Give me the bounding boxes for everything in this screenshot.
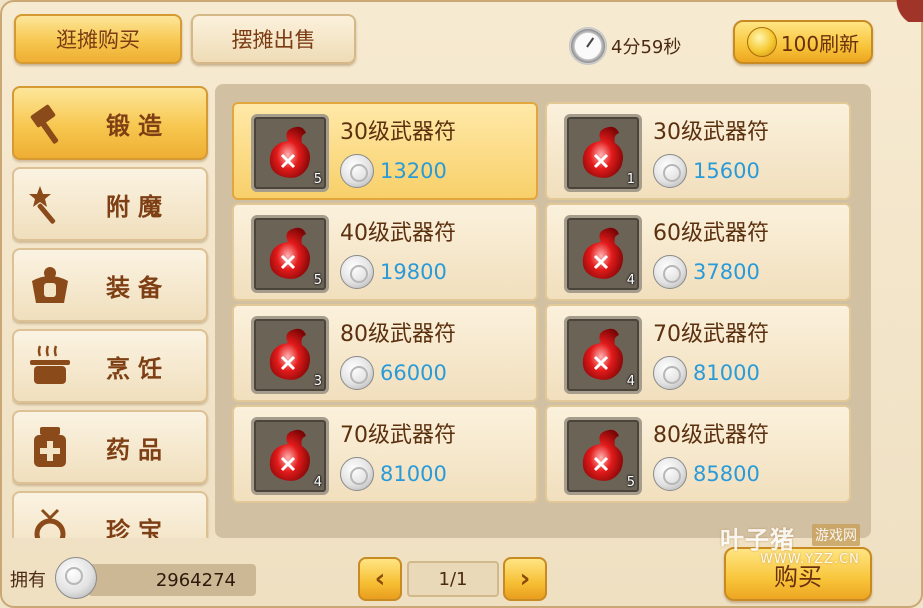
item-price: 15600: [693, 159, 760, 183]
item-name: 80级武器符: [340, 322, 456, 347]
item-name: 70级武器符: [340, 423, 456, 448]
price-row: 81000: [340, 457, 447, 491]
category-equipment-label: 装备: [106, 273, 170, 302]
category-medicine[interactable]: 药品: [12, 410, 208, 484]
cooking-pot-icon: [22, 338, 78, 394]
category-cooking[interactable]: 烹饪: [12, 329, 208, 403]
page-indicator: 1/1: [407, 561, 499, 597]
item-name: 30级武器符: [340, 120, 456, 145]
silver-coin-icon: [653, 457, 687, 491]
buy-button[interactable]: 购买: [724, 547, 872, 601]
item-card[interactable]: 3 80级武器符 66000: [232, 304, 538, 402]
silver-coin-icon: [340, 255, 374, 289]
silver-coin-icon: [55, 557, 97, 599]
item-name: 80级武器符: [653, 423, 769, 448]
item-slot: 3: [251, 316, 329, 394]
refresh-button[interactable]: 100刷新: [733, 20, 873, 64]
gold-coin-icon: [746, 27, 777, 57]
treasure-ring-icon: [22, 500, 78, 538]
price-row: 15600: [653, 154, 760, 188]
own-amount-box: 2964274: [88, 564, 256, 596]
category-cooking-label: 烹饪: [106, 354, 170, 383]
chevron-left-icon: ‹: [374, 564, 386, 594]
item-slot: 5: [251, 215, 329, 293]
silver-coin-icon: [653, 356, 687, 390]
item-card[interactable]: 4 70级武器符 81000: [232, 405, 538, 503]
item-price: 37800: [693, 260, 760, 284]
item-card[interactable]: 5 80级武器符 85800: [545, 405, 851, 503]
silver-coin-icon: [653, 255, 687, 289]
item-slot: 5: [564, 417, 642, 495]
item-price: 81000: [693, 361, 760, 385]
silver-coin-icon: [653, 154, 687, 188]
item-price: 13200: [380, 159, 447, 183]
item-name: 60级武器符: [653, 221, 769, 246]
price-row: 66000: [340, 356, 447, 390]
medicine-bottle-icon: [22, 419, 78, 475]
refresh-timer: 4分59秒: [569, 26, 681, 66]
category-list: 锻造 附魔 装备 烹饪 药品 珍宝: [12, 86, 212, 538]
category-forge[interactable]: 锻造: [12, 86, 208, 160]
timer-text: 4分59秒: [611, 37, 682, 58]
item-name: 40级武器符: [340, 221, 456, 246]
item-price: 81000: [380, 462, 447, 486]
next-page-button[interactable]: ›: [503, 557, 547, 601]
silver-coin-icon: [340, 356, 374, 390]
armor-icon: [22, 257, 78, 313]
tab-stall-sell[interactable]: 摆摊出售: [191, 14, 356, 64]
item-name: 70级武器符: [653, 322, 769, 347]
item-count: 3: [313, 374, 322, 389]
prev-page-button[interactable]: ‹: [358, 557, 402, 601]
item-price: 66000: [380, 361, 447, 385]
item-card[interactable]: 4 60级武器符 37800: [545, 203, 851, 301]
category-equipment[interactable]: 装备: [12, 248, 208, 322]
close-corner-icon[interactable]: [893, 0, 923, 22]
item-price: 19800: [380, 260, 447, 284]
category-treasure-label: 珍宝: [106, 516, 170, 539]
hammer-icon: [22, 95, 78, 151]
own-label: 拥有: [10, 570, 46, 591]
own-amount: 2964274: [155, 569, 236, 591]
category-enchant-label: 附魔: [106, 192, 170, 221]
buy-label: 购买: [774, 562, 822, 591]
clock-icon: [569, 27, 607, 65]
price-row: 85800: [653, 457, 760, 491]
item-card[interactable]: 5 30级武器符 13200: [232, 102, 538, 200]
category-medicine-label: 药品: [106, 435, 170, 464]
price-row: 81000: [653, 356, 760, 390]
price-row: 37800: [653, 255, 760, 289]
silver-coin-icon: [340, 154, 374, 188]
item-card[interactable]: 4 70级武器符 81000: [545, 304, 851, 402]
item-card[interactable]: 1 30级武器符 15600: [545, 102, 851, 200]
item-price: 85800: [693, 462, 760, 486]
tab-browse-buy-label: 逛摊购买: [56, 28, 140, 52]
price-row: 13200: [340, 154, 447, 188]
item-count: 4: [313, 475, 322, 490]
chevron-right-icon: ›: [519, 564, 531, 594]
magic-wand-icon: [22, 176, 78, 232]
item-count: 1: [626, 172, 635, 187]
item-count: 4: [626, 374, 635, 389]
refresh-label: 100刷新: [780, 31, 860, 56]
category-forge-label: 锻造: [106, 111, 170, 140]
item-card[interactable]: 5 40级武器符 19800: [232, 203, 538, 301]
item-count: 5: [313, 273, 322, 288]
category-treasure[interactable]: 珍宝: [12, 491, 208, 538]
category-enchant[interactable]: 附魔: [12, 167, 208, 241]
item-count: 5: [626, 475, 635, 490]
item-count: 4: [626, 273, 635, 288]
item-slot: 5: [251, 114, 329, 192]
item-slot: 1: [564, 114, 642, 192]
price-row: 19800: [340, 255, 447, 289]
item-slot: 4: [564, 316, 642, 394]
item-slot: 4: [564, 215, 642, 293]
tab-browse-buy[interactable]: 逛摊购买: [14, 14, 182, 64]
item-slot: 4: [251, 417, 329, 495]
item-count: 5: [313, 172, 322, 187]
page-text: 1/1: [438, 568, 468, 590]
tab-stall-sell-label: 摆摊出售: [231, 28, 316, 52]
item-name: 30级武器符: [653, 120, 769, 145]
silver-coin-icon: [340, 457, 374, 491]
